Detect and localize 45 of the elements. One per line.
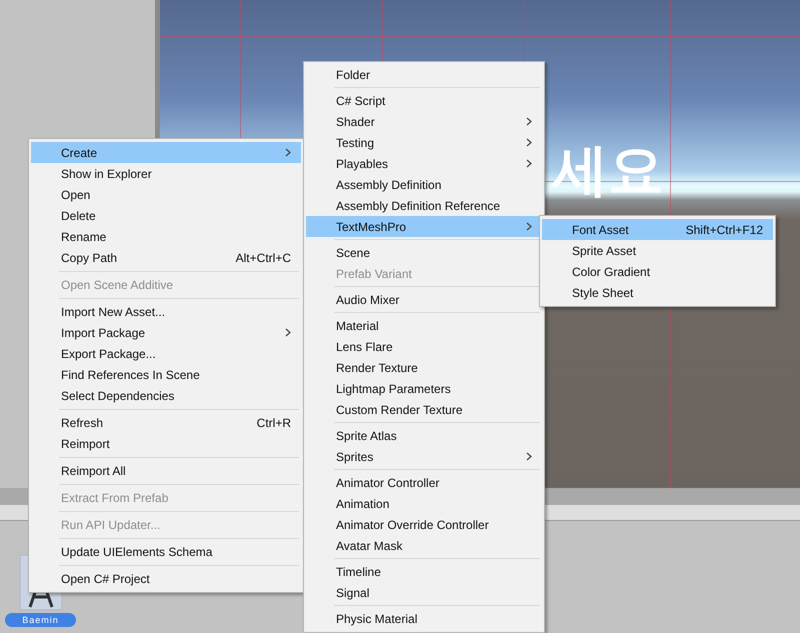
menu-item[interactable]: Animator Override Controller [306,514,542,535]
menu-item[interactable]: Signal [306,582,542,603]
menu-item[interactable]: Rename [31,226,301,247]
menu-item[interactable]: Update UIElements Schema [31,541,301,562]
menu-item[interactable]: Font Asset Shift+Ctrl+F12 [542,219,773,240]
menu-item[interactable]: Custom Render Texture [306,399,542,420]
menu-item[interactable]: Reimport [31,433,301,454]
menu-item[interactable]: Render Texture [306,357,542,378]
menu-item[interactable]: Open [31,184,301,205]
menu-item[interactable]: Timeline [306,561,542,582]
menu-item[interactable]: Export Package... [31,343,301,364]
menu-item[interactable]: Delete [31,205,301,226]
menu-item[interactable]: Create [31,142,301,163]
menu-item[interactable]: Sprites [306,446,542,467]
menu-item[interactable]: Find References In Scene [31,364,301,385]
menu-item[interactable]: Select Dependencies [31,385,301,406]
menu-item[interactable]: Lens Flare [306,336,542,357]
menu-item[interactable]: Playables [306,153,542,174]
menu-item[interactable]: Refresh Ctrl+R [31,412,301,433]
menu-item[interactable]: Animation [306,493,542,514]
menu-item[interactable]: Avatar Mask [306,535,542,556]
menu-item[interactable]: Animator Controller [306,472,542,493]
menu-item[interactable]: Shader [306,111,542,132]
menu-item[interactable]: Lightmap Parameters [306,378,542,399]
menu-item[interactable]: C# Script [306,90,542,111]
menu-item[interactable]: Physic Material [306,608,542,629]
menu-item[interactable]: Import New Asset... [31,301,301,322]
menu-item[interactable]: Sprite Atlas [306,425,542,446]
menu-item[interactable]: Show in Explorer [31,163,301,184]
menu-item[interactable]: Open C# Project [31,568,301,589]
menu-item[interactable]: Assembly Definition Reference [306,195,542,216]
menu-item[interactable]: Testing [306,132,542,153]
menu-item[interactable]: Style Sheet [542,282,773,303]
menu-item[interactable]: Audio Mixer [306,289,542,310]
menu-item[interactable]: Reimport All [31,460,301,481]
menu-item[interactable]: Color Gradient [542,261,773,282]
menu-item[interactable]: Copy Path Alt+Ctrl+C [31,247,301,268]
menu-item[interactable]: Assembly Definition [306,174,542,195]
menu-item[interactable]: TextMeshPro [306,216,542,237]
menu-item[interactable]: Import Package [31,322,301,343]
menu-item[interactable]: Material [306,315,542,336]
menu-item[interactable]: Folder [306,64,542,85]
menu-item[interactable]: Sprite Asset [542,240,773,261]
asset-name-label[interactable]: Baemin [5,613,76,627]
menu-item[interactable]: Scene [306,242,542,263]
